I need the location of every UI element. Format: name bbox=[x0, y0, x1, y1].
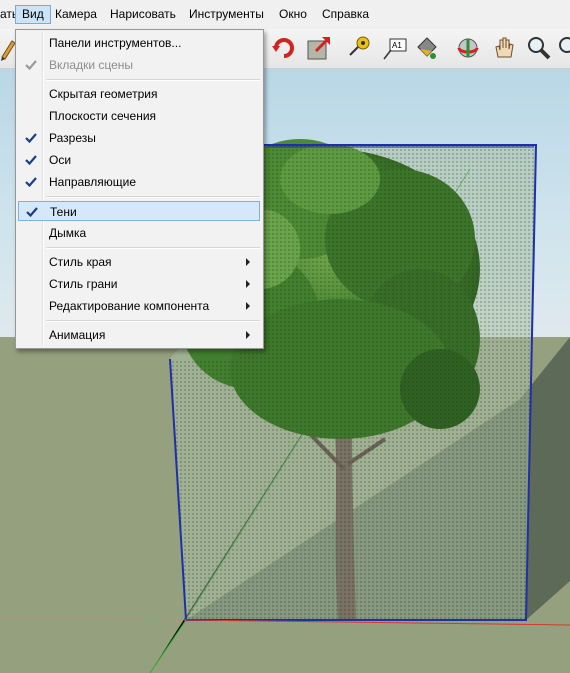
menu-item-hidden-geometry[interactable]: Скрытая геометрия bbox=[18, 84, 260, 104]
menu-camera[interactable]: Камера bbox=[49, 6, 103, 23]
tape-measure-icon[interactable] bbox=[346, 35, 372, 61]
checkmark-icon bbox=[25, 133, 37, 144]
menu-item-label: Панели инструментов... bbox=[49, 36, 182, 50]
menu-separator bbox=[46, 247, 260, 249]
menu-tools[interactable]: Инструменты bbox=[183, 6, 270, 23]
menu-item-label: Стиль грани bbox=[49, 277, 118, 291]
zoom-icon[interactable] bbox=[526, 35, 552, 61]
red-axis-dotted bbox=[0, 616, 187, 621]
menu-item-label: Дымка bbox=[49, 226, 87, 240]
menu-item-shadows[interactable]: Тени bbox=[18, 201, 260, 221]
menu-item-component-edit[interactable]: Редактирование компонента bbox=[18, 296, 260, 316]
menu-item-label: Анимация bbox=[49, 328, 106, 342]
checkmark-icon bbox=[26, 207, 38, 218]
menu-item-axes[interactable]: Оси bbox=[18, 150, 260, 170]
submenu-arrow-icon bbox=[246, 331, 250, 339]
menu-separator bbox=[46, 320, 260, 322]
menu-item-label: Вкладки сцены bbox=[49, 58, 134, 72]
zoom-extents-icon[interactable] bbox=[557, 35, 570, 61]
pan-icon[interactable] bbox=[491, 35, 517, 61]
checkmark-icon bbox=[25, 177, 37, 188]
view-menu-dropdown: Панели инструментов... Вкладки сцены Скр… bbox=[15, 29, 264, 349]
text-icon[interactable]: A1 bbox=[382, 35, 408, 61]
menu-separator bbox=[46, 196, 260, 198]
menu-window[interactable]: Окно bbox=[273, 6, 313, 23]
paint-bucket-icon[interactable] bbox=[413, 35, 439, 61]
menu-item-label: Разрезы bbox=[49, 131, 96, 145]
orbit-icon[interactable] bbox=[455, 35, 481, 61]
menu-item-label: Оси bbox=[49, 153, 72, 167]
submenu-arrow-icon bbox=[246, 258, 250, 266]
menu-item-label: Направляющие bbox=[49, 175, 137, 189]
menu-separator bbox=[46, 79, 260, 81]
menu-help[interactable]: Справка bbox=[316, 6, 375, 23]
menu-item-edge-style[interactable]: Стиль края bbox=[18, 252, 260, 272]
menu-item-face-style[interactable]: Стиль грани bbox=[18, 274, 260, 294]
menu-draw[interactable]: Нарисовать bbox=[104, 6, 182, 23]
submenu-arrow-icon bbox=[246, 280, 250, 288]
menu-item-label: Стиль края bbox=[49, 255, 112, 269]
menu-item-guides[interactable]: Направляющие bbox=[18, 172, 260, 192]
menu-item-animation[interactable]: Анимация bbox=[18, 325, 260, 345]
menu-item-label: Редактирование компонента bbox=[49, 299, 210, 313]
menu-item-toolbars[interactable]: Панели инструментов... bbox=[18, 33, 260, 53]
menu-item-section-cuts[interactable]: Разрезы bbox=[18, 128, 260, 148]
menu-item-fog[interactable]: Дымка bbox=[18, 223, 260, 243]
svg-text:A1: A1 bbox=[392, 41, 402, 50]
menu-view[interactable]: Вид bbox=[15, 5, 51, 24]
scale-icon[interactable] bbox=[306, 35, 332, 61]
menu-bar: ать Вид Камера Нарисовать Инструменты Ок… bbox=[0, 0, 570, 30]
checkmark-icon bbox=[25, 60, 37, 71]
menu-item-label: Скрытая геометрия bbox=[49, 87, 158, 101]
menu-item-scene-tabs: Вкладки сцены bbox=[18, 55, 260, 75]
rotate-icon[interactable] bbox=[271, 35, 297, 61]
checkmark-icon bbox=[25, 155, 37, 166]
menu-item-label: Тени bbox=[50, 205, 77, 219]
submenu-arrow-icon bbox=[246, 302, 250, 310]
menu-item-label: Плоскости сечения bbox=[49, 109, 157, 123]
menu-item-section-planes[interactable]: Плоскости сечения bbox=[18, 106, 260, 126]
